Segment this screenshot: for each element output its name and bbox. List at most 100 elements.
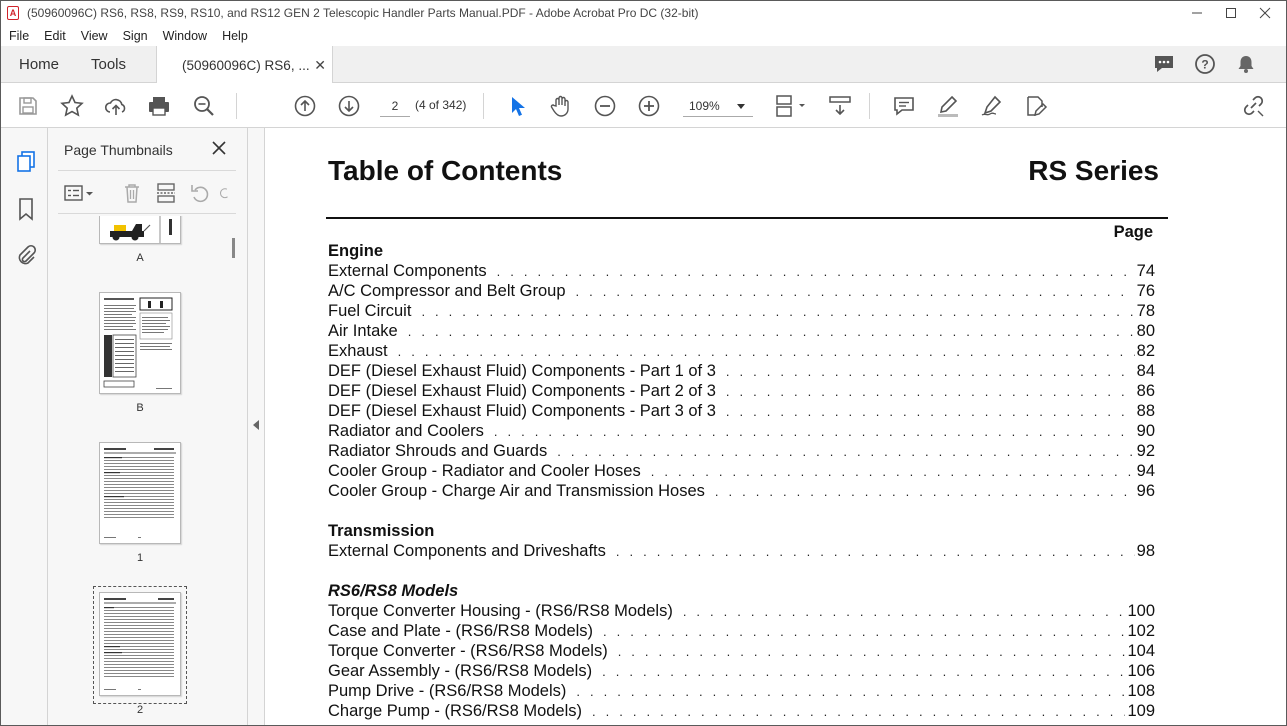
tab-home[interactable]: Home (19, 46, 59, 83)
toc-entry-page: 98 (1136, 542, 1155, 560)
share-upload-icon[interactable] (103, 93, 129, 119)
toc-entry[interactable]: Charge Pump - (RS6/RS8 Models) 109 (328, 702, 1155, 722)
close-window-icon[interactable] (1248, 1, 1282, 25)
menu-sign[interactable]: Sign (115, 29, 155, 43)
minimize-icon[interactable] (1180, 1, 1214, 25)
toc-section-heading: Transmission (328, 522, 435, 540)
toc-entry-label: Torque Converter - (RS6/RS8 Models) (328, 642, 608, 660)
toc-entry-label: DEF (Diesel Exhaust Fluid) Components - … (328, 362, 716, 380)
toc-leader-dots (576, 684, 1125, 699)
zoom-out-icon[interactable] (592, 93, 618, 119)
toc-entry[interactable]: Pump Drive - (RS6/RS8 Models) 108 (328, 682, 1155, 702)
toc-entry[interactable]: Fuel Circuit 78 (328, 302, 1155, 322)
help-icon[interactable]: ? (1193, 52, 1217, 76)
toc-entry-page: 78 (1136, 302, 1155, 320)
toc-leader-dots (408, 324, 1135, 339)
highlight-pen-icon[interactable] (935, 93, 961, 119)
delete-page-icon[interactable] (120, 181, 144, 205)
document-series: RS Series (1028, 155, 1159, 186)
page-count-label: (4 of 342) (415, 98, 467, 112)
window-title: (50960096C) RS6, RS8, RS9, RS10, and RS1… (27, 6, 699, 20)
menu-file[interactable]: File (1, 29, 36, 43)
page-thumbnails-icon[interactable] (13, 149, 39, 175)
tab-document[interactable]: (50960096C) RS6, ... ✕ (156, 46, 333, 84)
toc-entry[interactable]: Gear Assembly - (RS6/RS8 Models) 106 (328, 662, 1155, 682)
attachments-paperclip-icon[interactable] (13, 242, 39, 268)
toc-entry-label: Radiator and Coolers (328, 422, 484, 440)
panel-toolbar (58, 170, 236, 214)
toc-entry[interactable]: External Components 74 (328, 262, 1155, 282)
toc-entry[interactable]: Exhaust 82 (328, 342, 1155, 362)
comments-icon[interactable] (1152, 52, 1176, 76)
toc-entry[interactable]: Air Intake 80 (328, 322, 1155, 342)
toc-entry-page: 84 (1136, 362, 1155, 380)
toc-section-heading: RS6/RS8 Models (328, 582, 459, 600)
toc-leader-dots (618, 644, 1126, 659)
scroll-mode-icon[interactable] (827, 93, 853, 119)
page-thumbnail[interactable] (99, 292, 181, 394)
bookmarks-icon[interactable] (13, 196, 39, 222)
tab-tools[interactable]: Tools (91, 46, 126, 83)
close-tab-icon[interactable]: ✕ (314, 57, 326, 74)
toc-entry[interactable]: Cooler Group - Charge Air and Transmissi… (328, 482, 1155, 502)
toc-entry-page: 109 (1127, 702, 1155, 720)
toc-entry[interactable]: External Components and Driveshafts 98 (328, 542, 1155, 562)
previous-page-icon[interactable] (292, 93, 318, 119)
zoom-level-dropdown[interactable]: 109% (683, 95, 753, 117)
toc-entry[interactable]: DEF (Diesel Exhaust Fluid) Components - … (328, 382, 1155, 402)
options-menu-icon[interactable] (62, 181, 96, 205)
add-comment-icon[interactable] (891, 93, 917, 119)
rotate-right-icon[interactable] (218, 181, 232, 205)
collapse-panel-icon[interactable] (253, 420, 259, 430)
menu-help[interactable]: Help (214, 29, 255, 43)
rotate-left-icon[interactable] (188, 181, 212, 205)
toc-entry[interactable]: DEF (Diesel Exhaust Fluid) Components - … (328, 402, 1155, 422)
toolbar-separator (483, 93, 484, 119)
toc-leader-dots (557, 444, 1134, 459)
toc-entry[interactable]: Torque Converter - (RS6/RS8 Models) 104 (328, 642, 1155, 662)
toc-entry[interactable]: DEF (Diesel Exhaust Fluid) Components - … (328, 362, 1155, 382)
toc-leader-dots (576, 284, 1135, 299)
menu-window[interactable]: Window (155, 29, 214, 43)
page-display-icon[interactable] (771, 93, 811, 119)
tab-document-label: (50960096C) RS6, ... (182, 57, 310, 73)
toc-entry-page: 90 (1136, 422, 1155, 440)
page-thumbnail[interactable] (99, 442, 181, 544)
toc-entry[interactable]: Torque Converter Housing - (RS6/RS8 Mode… (328, 602, 1155, 622)
sign-pen-icon[interactable] (979, 93, 1005, 119)
title-bar: A (50960096C) RS6, RS8, RS9, RS10, and R… (1, 1, 1286, 25)
maximize-icon[interactable] (1214, 1, 1248, 25)
fill-sign-icon[interactable] (1023, 93, 1049, 119)
zoom-in-icon[interactable] (636, 93, 662, 119)
page-thumbnail[interactable] (99, 216, 181, 244)
next-page-icon[interactable] (336, 93, 362, 119)
share-link-icon[interactable] (1241, 93, 1267, 119)
toc-leader-dots (592, 704, 1125, 719)
document-title: Table of Contents (328, 155, 563, 186)
save-icon[interactable] (15, 93, 41, 119)
page-number-input[interactable] (380, 95, 410, 117)
page-thumbnails-panel: Page Thumbnails A B 1 2 (48, 128, 248, 725)
hand-tool-icon[interactable] (548, 93, 574, 119)
thumbnail-label: B (136, 402, 144, 414)
thumbnail-scrollbar[interactable] (232, 238, 235, 258)
toc-entry[interactable]: Cooler Group - Radiator and Cooler Hoses… (328, 462, 1155, 482)
menu-view[interactable]: View (73, 29, 115, 43)
toc-entry[interactable]: A/C Compressor and Belt Group 76 (328, 282, 1155, 302)
panel-collapse-strip[interactable] (248, 128, 265, 725)
toolbar-separator (236, 93, 237, 119)
close-panel-icon[interactable] (210, 138, 228, 158)
toc-entry[interactable]: Radiator Shrouds and Guards 92 (328, 442, 1155, 462)
toc-entry[interactable]: Radiator and Coolers 90 (328, 422, 1155, 442)
zoom-search-icon[interactable] (191, 93, 217, 119)
extract-page-icon[interactable] (154, 181, 178, 205)
menu-edit[interactable]: Edit (36, 29, 73, 43)
print-icon[interactable] (146, 93, 172, 119)
page-thumbnail-current[interactable] (99, 592, 181, 696)
bookmark-star-icon[interactable] (59, 93, 85, 119)
toc-entry[interactable]: Case and Plate - (RS6/RS8 Models) 102 (328, 622, 1155, 642)
toc-entry-page: 86 (1136, 382, 1155, 400)
menu-bar: File Edit View Sign Window Help (1, 25, 1286, 46)
select-cursor-icon[interactable] (504, 93, 530, 119)
notifications-bell-icon[interactable] (1234, 52, 1258, 76)
